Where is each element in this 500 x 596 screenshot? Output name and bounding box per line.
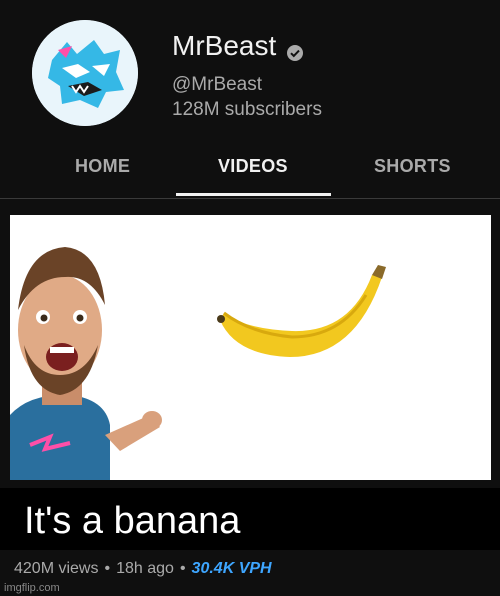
channel-name-text: MrBeast: [172, 30, 277, 61]
channel-name[interactable]: MrBeast: [172, 30, 304, 62]
vph-stat: 30.4K VPH: [191, 560, 272, 577]
video-title[interactable]: It's a banana: [24, 500, 240, 543]
active-tab-indicator: [176, 193, 331, 196]
check-circle-icon: [286, 37, 304, 61]
tab-home[interactable]: HOME: [75, 156, 130, 177]
tab-videos[interactable]: VIDEOS: [218, 156, 288, 177]
upload-age: 18h ago: [116, 560, 174, 577]
video-thumbnail[interactable]: [10, 215, 491, 480]
separator-dot: •: [179, 560, 186, 577]
channel-handle: @MrBeast: [172, 74, 263, 95]
thumbnail-image: [10, 215, 491, 480]
subscriber-count: 128M subscribers: [172, 99, 322, 120]
channel-tabs: HOME VIDEOS SHORTS: [0, 148, 500, 199]
video-metadata: 420M views • 18h ago • 30.4K VPH: [14, 560, 272, 578]
separator-dot: •: [104, 560, 111, 577]
channel-avatar[interactable]: [32, 20, 138, 126]
view-count: 420M views: [14, 560, 99, 577]
imgflip-watermark: imgflip.com: [4, 582, 60, 594]
beast-logo-icon: [32, 20, 138, 126]
tab-shorts[interactable]: SHORTS: [374, 156, 451, 177]
